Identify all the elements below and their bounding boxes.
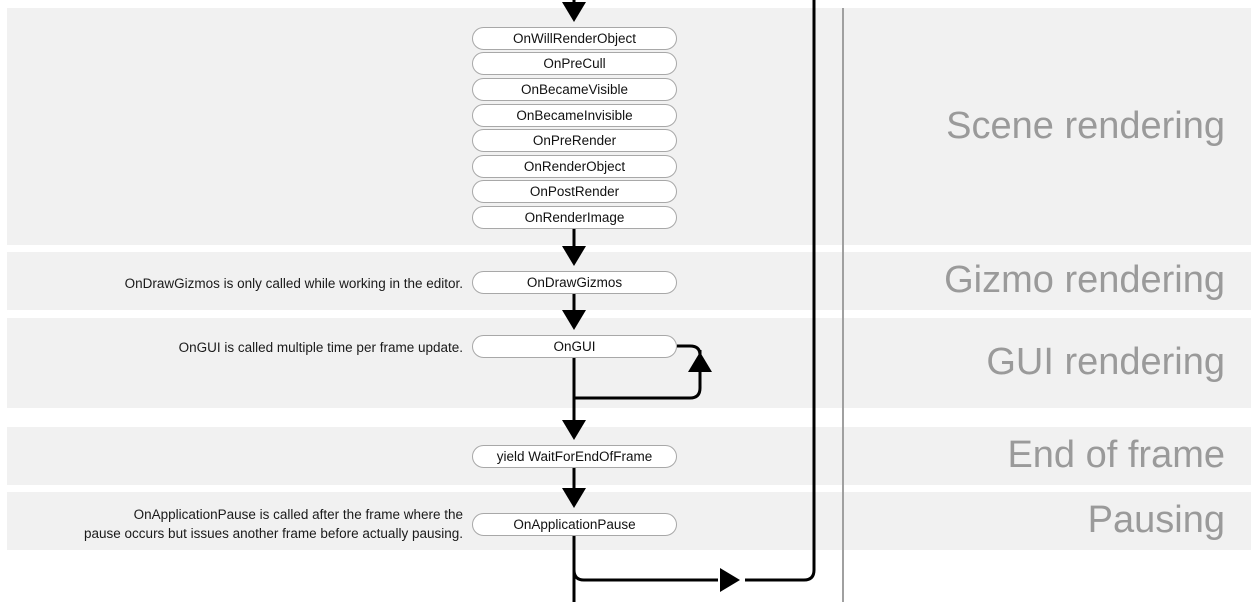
note-gui-note: OnGUI is called multiple time per frame … <box>178 340 463 355</box>
message-box-on-render-object[interactable]: OnRenderObject <box>472 155 677 178</box>
message-box-on-draw-gizmos[interactable]: OnDrawGizmos <box>472 271 677 294</box>
connector-pause-branch-right <box>572 569 718 582</box>
section-label-scene-rendering: Scene rendering <box>946 104 1225 147</box>
message-box-on-render-image[interactable]: OnRenderImage <box>472 206 677 229</box>
message-box-on-gui[interactable]: OnGUI <box>472 335 677 358</box>
message-box-on-will-render-object[interactable]: OnWillRenderObject <box>472 27 677 50</box>
note-gizmos-note: OnDrawGizmos is only called while workin… <box>124 276 463 291</box>
section-label-gizmo-rendering: Gizmo rendering <box>944 259 1225 301</box>
message-box-on-pre-render[interactable]: OnPreRender <box>472 129 677 152</box>
note-pause-note: OnApplicationPause is called after the f… <box>84 507 463 541</box>
section-label-end-of-frame: End of frame <box>1007 434 1225 476</box>
message-box-on-became-invisible[interactable]: OnBecameInvisible <box>472 104 677 127</box>
section-label-gui-rendering: GUI rendering <box>986 341 1225 383</box>
message-box-on-post-render[interactable]: OnPostRender <box>472 180 677 203</box>
message-box-yield-wait-for-end-of-frame[interactable]: yield WaitForEndOfFrame <box>472 445 677 468</box>
message-box-on-became-visible[interactable]: OnBecameVisible <box>472 78 677 101</box>
lifecycle-flowchart: OnWillRenderObject OnPreCull OnBecameVisib… <box>0 0 1258 602</box>
arrowhead-pause-branch-right <box>720 568 740 592</box>
section-divider-rule <box>842 8 844 602</box>
section-label-pausing: Pausing <box>1087 499 1225 541</box>
message-box-on-application-pause[interactable]: OnApplicationPause <box>472 513 677 536</box>
message-box-on-pre-cull[interactable]: OnPreCull <box>472 52 677 75</box>
